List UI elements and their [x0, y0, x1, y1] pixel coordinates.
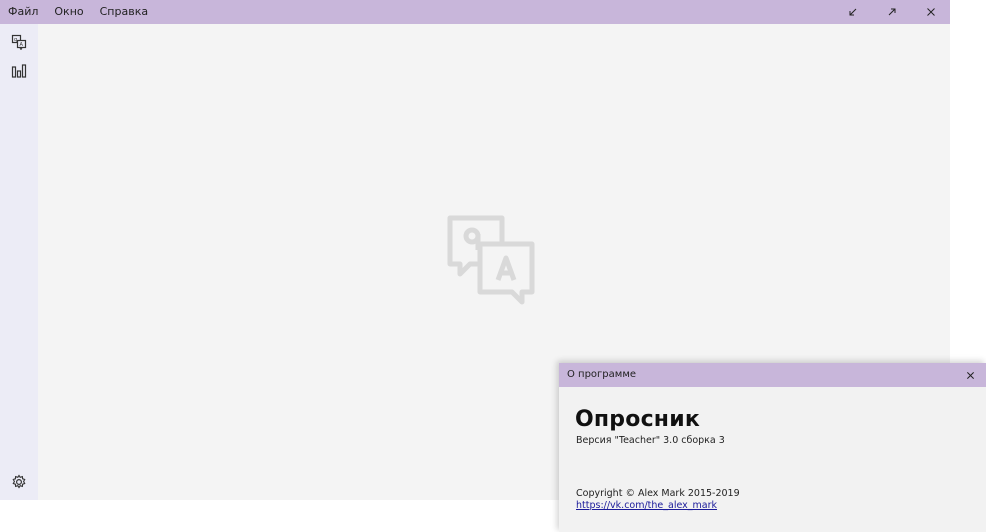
app-name: Опросник	[575, 407, 700, 432]
version-text: Версия "Teacher" 3.0 сборка 3	[576, 435, 725, 446]
stats-icon	[11, 64, 27, 78]
about-dialog: О программе Опросник Версия "Teacher" 3.…	[559, 363, 986, 532]
dialog-titlebar: О программе	[559, 363, 986, 387]
menu-help[interactable]: Справка	[92, 0, 156, 24]
svg-text:q: q	[14, 37, 17, 43]
sidebar-stats-button[interactable]	[9, 61, 29, 81]
sidebar: q A	[0, 24, 38, 500]
close-icon	[966, 371, 974, 379]
sidebar-settings-button[interactable]	[9, 472, 29, 492]
survey-icon: q A	[11, 34, 27, 50]
author-link[interactable]: https://vk.com/the_alex_mark	[576, 500, 717, 511]
maximize-button[interactable]	[872, 0, 911, 24]
titlebar: Файл Окно Справка	[0, 0, 950, 24]
window-controls	[833, 0, 950, 24]
restore-button[interactable]	[833, 0, 872, 24]
dialog-title: О программе	[567, 369, 637, 380]
close-icon	[926, 8, 935, 16]
settings-icon	[12, 474, 26, 489]
copyright-text: Copyright © Alex Mark 2015-2019	[576, 488, 740, 499]
sidebar-survey-button[interactable]: q A	[9, 32, 29, 52]
dialog-close-button[interactable]	[962, 367, 978, 383]
svg-text:A: A	[20, 42, 24, 48]
menu-file[interactable]: Файл	[0, 0, 46, 24]
menu-bar: Файл Окно Справка	[0, 0, 156, 24]
maximize-icon	[888, 8, 895, 16]
restore-icon	[849, 8, 856, 16]
menu-window[interactable]: Окно	[46, 0, 91, 24]
close-button[interactable]	[911, 0, 950, 24]
qa-chat-icon	[447, 215, 535, 305]
